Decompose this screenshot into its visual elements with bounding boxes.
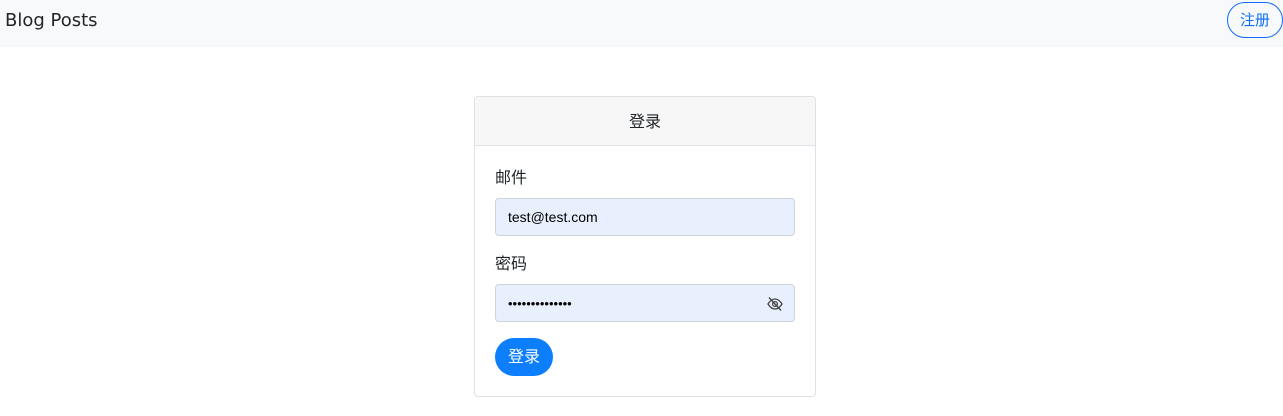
login-button[interactable]: 登录: [495, 338, 553, 376]
login-card: 登录 邮件 密码 登录: [474, 96, 816, 397]
password-field-wrapper: [495, 284, 795, 322]
brand-link[interactable]: Blog Posts: [5, 9, 98, 33]
login-card-title: 登录: [475, 97, 815, 146]
register-button[interactable]: 注册: [1227, 2, 1283, 38]
email-label: 邮件: [495, 168, 528, 187]
navbar: Blog Posts 注册: [0, 0, 1283, 47]
eye-slash-icon[interactable]: [766, 295, 784, 313]
password-label: 密码: [495, 254, 528, 273]
password-field[interactable]: [496, 285, 794, 321]
email-field-wrapper: [495, 198, 795, 236]
email-field[interactable]: [496, 199, 794, 235]
